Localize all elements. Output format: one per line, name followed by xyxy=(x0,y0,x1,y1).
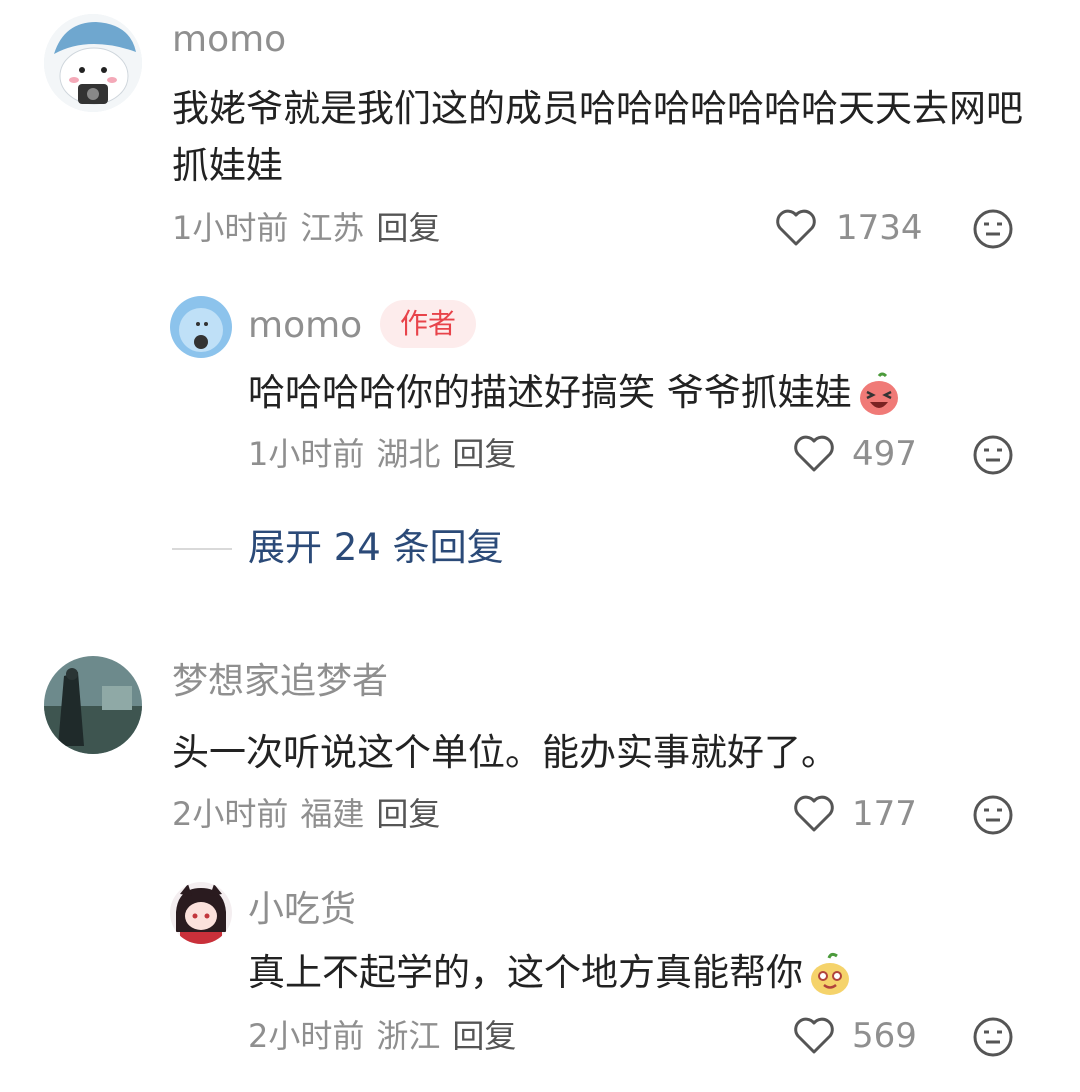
avatar[interactable] xyxy=(44,14,142,112)
username[interactable]: 小吃货 xyxy=(248,890,356,930)
laugh-emoji xyxy=(856,372,902,418)
like-button[interactable]: 1734 xyxy=(774,206,923,250)
timestamp: 2小时前 xyxy=(248,1017,365,1055)
dislike-face-icon[interactable] xyxy=(972,794,1014,836)
like-button[interactable]: 177 xyxy=(792,792,922,836)
like-count: 1734 xyxy=(836,208,923,248)
heart-icon xyxy=(774,208,818,248)
like-count: 497 xyxy=(852,434,917,474)
username[interactable]: momo xyxy=(248,306,362,346)
location: 福建 xyxy=(300,795,365,833)
avatar[interactable] xyxy=(44,656,142,754)
timestamp: 1小时前 xyxy=(248,435,365,473)
comment-meta: 2小时前 福建 回复 xyxy=(172,796,452,832)
dislike-face-icon[interactable] xyxy=(972,434,1014,476)
divider xyxy=(172,548,232,550)
username[interactable]: momo xyxy=(172,20,286,60)
like-button[interactable]: 497 xyxy=(792,432,922,476)
comment-text: 我姥爷就是我们这的成员哈哈哈哈哈哈哈天天去网吧抓娃娃 xyxy=(172,87,1023,187)
reply-button[interactable]: 回复 xyxy=(376,209,440,247)
expand-replies-button[interactable]: 展开 24 条回复 xyxy=(248,528,504,568)
dislike-face-icon[interactable] xyxy=(972,208,1014,250)
heart-icon xyxy=(792,434,836,474)
comment-meta: 1小时前 江苏 回复 xyxy=(172,210,452,246)
location: 浙江 xyxy=(376,1017,441,1055)
author-badge: 作者 xyxy=(380,300,477,348)
heart-icon xyxy=(792,1016,836,1056)
comment-meta: 2小时前 浙江 回复 xyxy=(248,1018,528,1054)
reply-button[interactable]: 回复 xyxy=(376,795,440,833)
like-count: 177 xyxy=(852,794,917,834)
location: 江苏 xyxy=(300,209,365,247)
comment-text: 哈哈哈哈你的描述好搞笑 爷爷抓娃娃 xyxy=(248,364,902,421)
comment-text: 头一次听说这个单位。能办实事就好了。 xyxy=(172,731,838,774)
reply-button[interactable]: 回复 xyxy=(452,435,516,473)
reply-button[interactable]: 回复 xyxy=(452,1017,516,1055)
avatar[interactable] xyxy=(170,296,232,358)
username[interactable]: 梦想家追梦者 xyxy=(172,662,388,702)
timestamp: 2小时前 xyxy=(172,795,289,833)
timestamp: 1小时前 xyxy=(172,209,289,247)
heart-icon xyxy=(792,794,836,834)
like-count: 569 xyxy=(852,1016,917,1056)
avatar[interactable] xyxy=(170,882,232,944)
location: 湖北 xyxy=(376,435,441,473)
comment-text: 真上不起学的，这个地方真能帮你 xyxy=(248,944,853,1001)
comment-meta: 1小时前 湖北 回复 xyxy=(248,436,528,472)
like-button[interactable]: 569 xyxy=(792,1014,922,1058)
smile-emoji xyxy=(807,952,853,998)
dislike-face-icon[interactable] xyxy=(972,1016,1014,1058)
